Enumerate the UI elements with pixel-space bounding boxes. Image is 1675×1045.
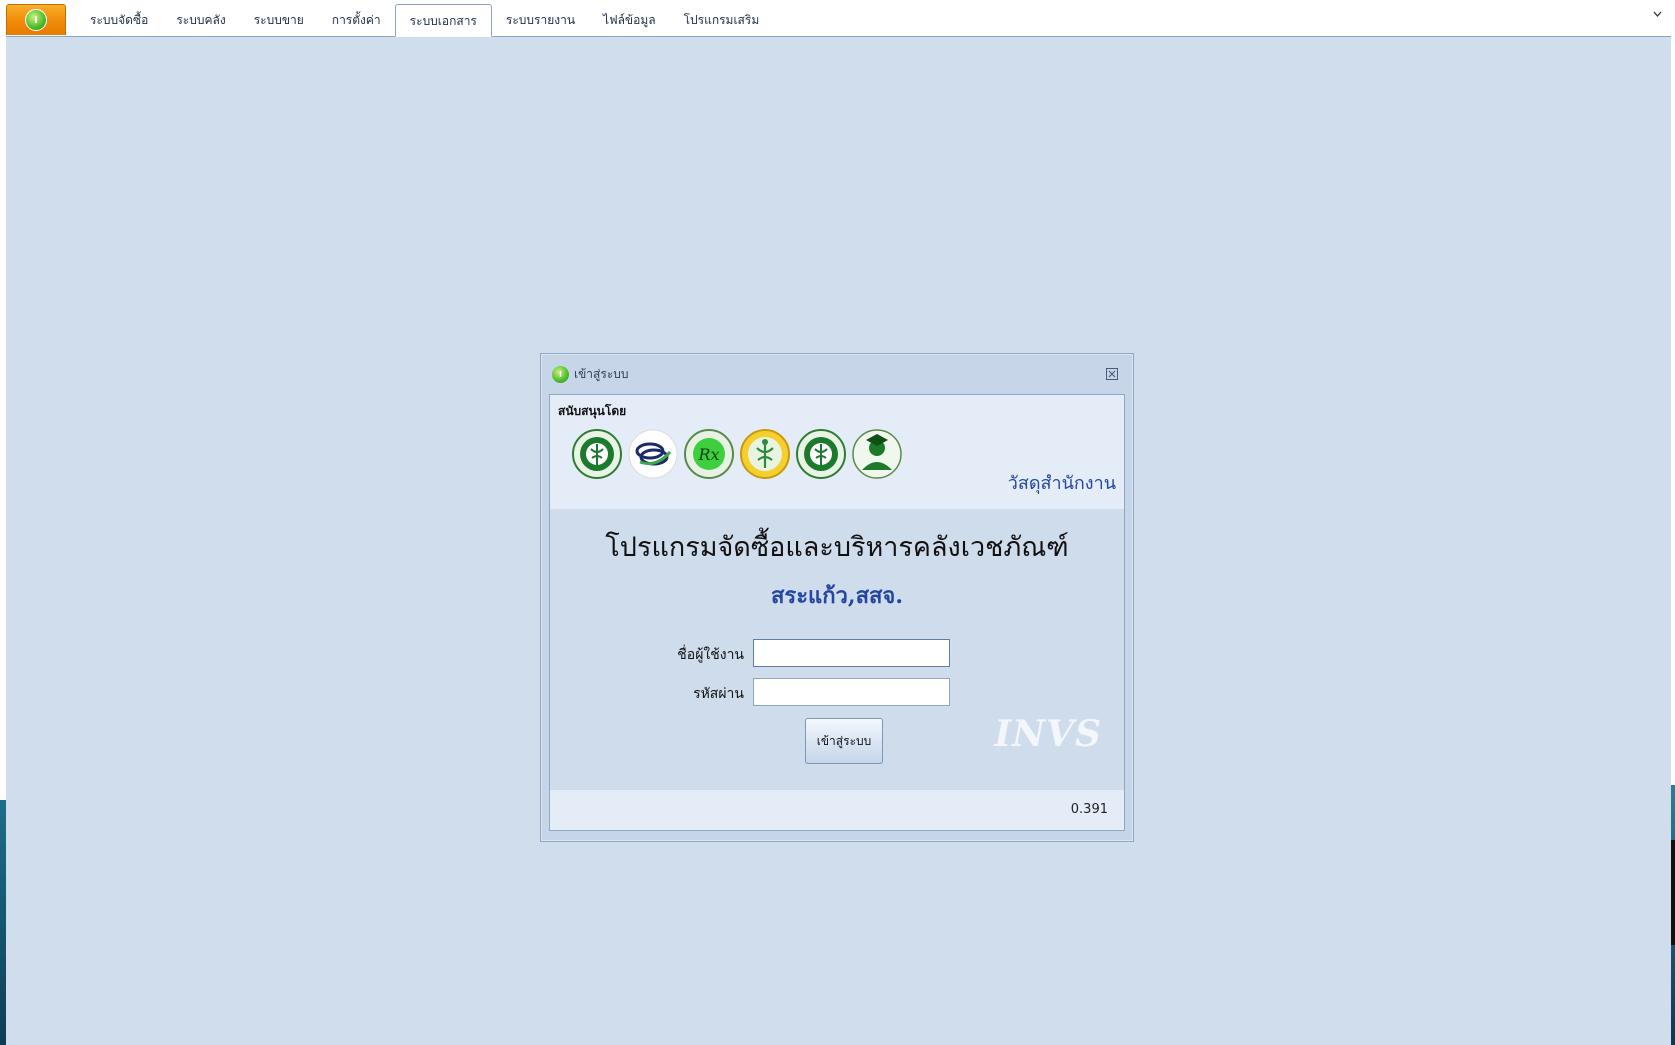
pharmacy-council-emblem-icon xyxy=(628,429,678,479)
hospital-seal-icon xyxy=(796,429,846,479)
dialog-footer: 0.391 xyxy=(550,790,1124,830)
username-label: ชื่อผู้ใช้งาน xyxy=(677,647,744,663)
invs-watermark: INVS xyxy=(994,713,1102,755)
graduate-person-emblem-icon xyxy=(852,429,902,479)
sponsor-banner: สนับสนุนโดย Rx วัสดุสำนักงาน xyxy=(550,395,1124,509)
ministry-of-public-health-seal-icon xyxy=(572,429,622,479)
app-logo-icon: I xyxy=(25,9,47,31)
desktop-background-right-dark xyxy=(1671,840,1675,945)
program-title: โปรแกรมจัดซื้อและบริหารคลังเวชภัณฑ์ xyxy=(605,532,1069,563)
dialog-title: เข้าสู่ระบบ xyxy=(574,366,629,381)
tab-addons[interactable]: โปรแกรมเสริม xyxy=(670,4,774,36)
tab-sales[interactable]: ระบบขาย xyxy=(240,4,318,36)
tab-documents[interactable]: ระบบเอกสาร xyxy=(394,4,492,37)
svg-text:Rx: Rx xyxy=(697,445,719,464)
ribbon-menu-bar: I ระบบจัดซื้อ ระบบคลัง ระบบขาย การตั้งค่… xyxy=(6,0,1671,37)
tab-purchasing[interactable]: ระบบจัดซื้อ xyxy=(76,4,162,36)
login-dialog: I เข้าสู่ระบบ สนับสนุนโดย Rx วัสดุสำนักง… xyxy=(540,353,1134,842)
provincial-health-office-emblem-icon xyxy=(740,429,790,479)
tab-settings[interactable]: การตั้งค่า xyxy=(318,4,395,36)
app-logo-icon: I xyxy=(552,365,569,383)
sponsor-label: สนับสนุนโดย xyxy=(558,404,627,418)
tab-warehouse[interactable]: ระบบคลัง xyxy=(162,4,239,36)
login-button[interactable]: เข้าสู่ระบบ xyxy=(805,718,883,764)
tab-reports[interactable]: ระบบรายงาน xyxy=(492,4,589,36)
tab-data-files[interactable]: ไฟล์ข้อมูล xyxy=(589,4,670,36)
chevron-down-icon[interactable] xyxy=(1652,9,1663,23)
dialog-titlebar[interactable]: I เข้าสู่ระบบ xyxy=(541,354,1133,394)
version-label: 0.391 xyxy=(1070,802,1108,817)
login-form: สนับสนุนโดย Rx วัสดุสำนักงาน โปรแกรมจัดซ… xyxy=(549,394,1125,831)
password-label: รหัสผ่าน xyxy=(693,686,744,702)
department-name: วัสดุสำนักงาน xyxy=(1007,473,1116,494)
rx-pharmacy-emblem-icon: Rx xyxy=(684,429,734,479)
username-row: ชื่อผู้ใช้งาน xyxy=(550,637,1124,667)
username-field[interactable] xyxy=(753,639,950,667)
password-field[interactable] xyxy=(753,678,950,706)
application-menu-button[interactable]: I xyxy=(6,4,66,35)
password-row: รหัสผ่าน xyxy=(550,676,1124,706)
organization-name: สระแก้ว,สสจ. xyxy=(771,583,903,609)
close-icon[interactable] xyxy=(1105,367,1119,381)
ribbon-tabs: ระบบจัดซื้อ ระบบคลัง ระบบขาย การตั้งค่า … xyxy=(76,4,774,37)
